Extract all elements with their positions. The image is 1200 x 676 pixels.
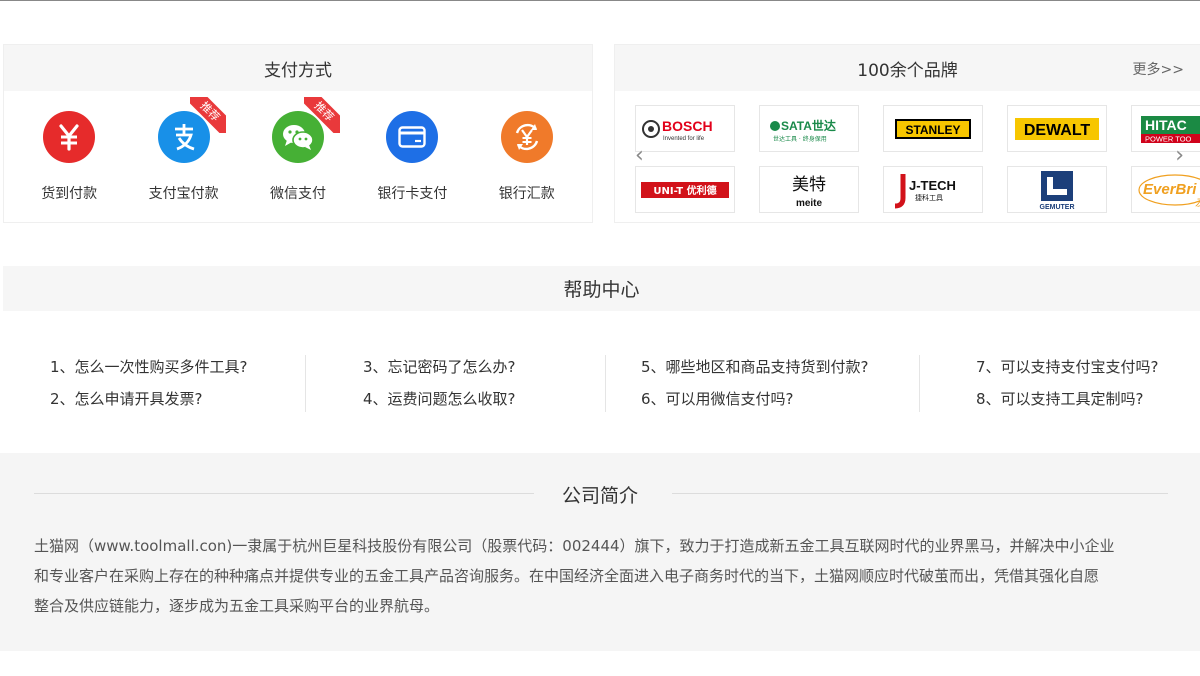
- brands-panel: 100余个品牌 更多>> BOSCH Invented for life SAT…: [614, 44, 1200, 223]
- help-question-link[interactable]: 7、可以支持支付宝支付吗?: [976, 352, 1159, 384]
- help-question-link[interactable]: 4、运费问题怎么收取?: [363, 384, 516, 416]
- top-divider: [0, 0, 1200, 1]
- svg-text:GEMUTER: GEMUTER: [1040, 204, 1075, 211]
- wechat-icon: 推荐: [271, 97, 340, 163]
- brand-everbright[interactable]: EverBri 友: [1131, 166, 1200, 213]
- company-intro-section: 公司简介 土猫网（www.toolmall.con)一隶属于杭州巨星科技股份有限…: [0, 453, 1200, 651]
- svg-text:meite: meite: [796, 198, 823, 209]
- bank-card-icon: [386, 111, 439, 163]
- company-intro-text: 土猫网（www.toolmall.con)一隶属于杭州巨星科技股份有限公司（股票…: [34, 531, 1174, 621]
- intro-line: 土猫网（www.toolmall.con)一隶属于杭州巨星科技股份有限公司（股票…: [34, 537, 1115, 555]
- brands-more-link[interactable]: 更多>>: [1133, 59, 1184, 79]
- payment-bank-card[interactable]: 银行卡支付: [362, 111, 462, 203]
- intro-line: 和专业客户在采购上存在的种种痛点并提供专业的五金工具产品咨询服务。在中国经济全面…: [34, 567, 1100, 585]
- help-question-link[interactable]: 1、怎么一次性购买多件工具?: [50, 352, 248, 384]
- help-column: 3、忘记密码了怎么办? 4、运费问题怎么收取?: [363, 352, 516, 414]
- svg-text:POWER TOO: POWER TOO: [1145, 134, 1192, 143]
- help-question-link[interactable]: 2、怎么申请开具发票?: [50, 384, 248, 416]
- brand-gemuter[interactable]: GEMUTER: [1007, 166, 1107, 213]
- brand-meite[interactable]: 美特 meite: [759, 166, 859, 213]
- help-question-link[interactable]: 8、可以支持工具定制吗?: [976, 384, 1159, 416]
- payment-label: 银行卡支付: [377, 186, 448, 202]
- help-question-link[interactable]: 5、哪些地区和商品支持货到付款?: [641, 352, 869, 384]
- column-divider: [605, 355, 606, 412]
- payment-label: 货到付款: [41, 186, 98, 202]
- svg-text:J-TECH: J-TECH: [909, 178, 956, 193]
- yen-icon: [43, 111, 96, 163]
- svg-text:HITAC: HITAC: [1145, 117, 1187, 133]
- svg-text:世达工具 · 终身保用: 世达工具 · 终身保用: [773, 135, 827, 143]
- brand-hitachi[interactable]: HITAC POWER TOO: [1131, 105, 1200, 152]
- payment-remittance[interactable]: 银行汇款: [477, 111, 577, 203]
- brand-dewalt[interactable]: DEWALT: [1007, 105, 1107, 152]
- svg-text:STANLEY: STANLEY: [905, 123, 960, 137]
- payment-label: 银行汇款: [498, 186, 555, 202]
- payment-cod[interactable]: 货到付款: [19, 111, 119, 203]
- help-column: 5、哪些地区和商品支持货到付款? 6、可以用微信支付吗?: [641, 352, 869, 414]
- brand-uni-t[interactable]: UNI-T 优利德: [635, 166, 735, 213]
- svg-text:美特: 美特: [792, 175, 826, 195]
- brand-sata[interactable]: SATA世达 世达工具 · 终身保用: [759, 105, 859, 152]
- svg-text:EverBri: EverBri: [1143, 181, 1197, 198]
- svg-text:SATA世达: SATA世达: [781, 118, 836, 133]
- column-divider: [919, 355, 920, 412]
- brand-stanley[interactable]: STANLEY: [883, 105, 983, 152]
- help-column: 1、怎么一次性购买多件工具? 2、怎么申请开具发票?: [50, 352, 248, 414]
- company-intro-title: 公司简介: [561, 485, 638, 507]
- remittance-icon: [500, 111, 553, 163]
- payment-panel: 支付方式 货到付款 推荐 支付宝付款 推荐 微信支付 银行卡支付 银行汇款: [3, 44, 593, 223]
- help-question-link[interactable]: 3、忘记密码了怎么办?: [363, 352, 516, 384]
- recommend-badge: 推荐: [189, 97, 226, 133]
- brand-jtech[interactable]: J-TECH 捷科工具: [883, 166, 983, 213]
- payment-label: 支付宝付款: [148, 186, 219, 202]
- brands-title: 100余个品牌: [615, 45, 1200, 91]
- brand-bosch[interactable]: BOSCH Invented for life: [635, 105, 735, 152]
- svg-text:BOSCH: BOSCH: [662, 118, 713, 134]
- svg-text:Invented for life: Invented for life: [663, 136, 705, 142]
- payment-list: 货到付款 推荐 支付宝付款 推荐 微信支付 银行卡支付 银行汇款: [4, 91, 592, 223]
- svg-text:UNI-T 优利德: UNI-T 优利德: [653, 184, 716, 197]
- brand-grid: BOSCH Invented for life SATA世达 世达工具 · 终身…: [635, 105, 1200, 222]
- svg-text:友: 友: [1195, 196, 1200, 209]
- help-center-title: 帮助中心: [3, 266, 1200, 311]
- help-questions: 1、怎么一次性购买多件工具? 2、怎么申请开具发票? 3、忘记密码了怎么办? 4…: [0, 352, 1200, 414]
- brands-next-arrow[interactable]: ›: [1175, 145, 1184, 167]
- column-divider: [305, 355, 306, 412]
- payment-label: 微信支付: [269, 186, 326, 202]
- payment-title: 支付方式: [4, 45, 592, 91]
- brands-prev-arrow[interactable]: ‹: [635, 145, 644, 167]
- payment-wechat[interactable]: 推荐 微信支付: [248, 97, 348, 203]
- alipay-icon: 推荐: [157, 97, 226, 163]
- help-question-link[interactable]: 6、可以用微信支付吗?: [641, 384, 869, 416]
- help-column: 7、可以支持支付宝支付吗? 8、可以支持工具定制吗?: [976, 352, 1159, 414]
- svg-text:捷科工具: 捷科工具: [915, 193, 943, 202]
- recommend-badge: 推荐: [303, 97, 340, 133]
- intro-line: 整合及供应链能力，逐步成为五金工具采购平台的业界航母。: [34, 597, 440, 615]
- svg-text:DEWALT: DEWALT: [1024, 122, 1091, 139]
- payment-alipay[interactable]: 推荐 支付宝付款: [134, 97, 234, 203]
